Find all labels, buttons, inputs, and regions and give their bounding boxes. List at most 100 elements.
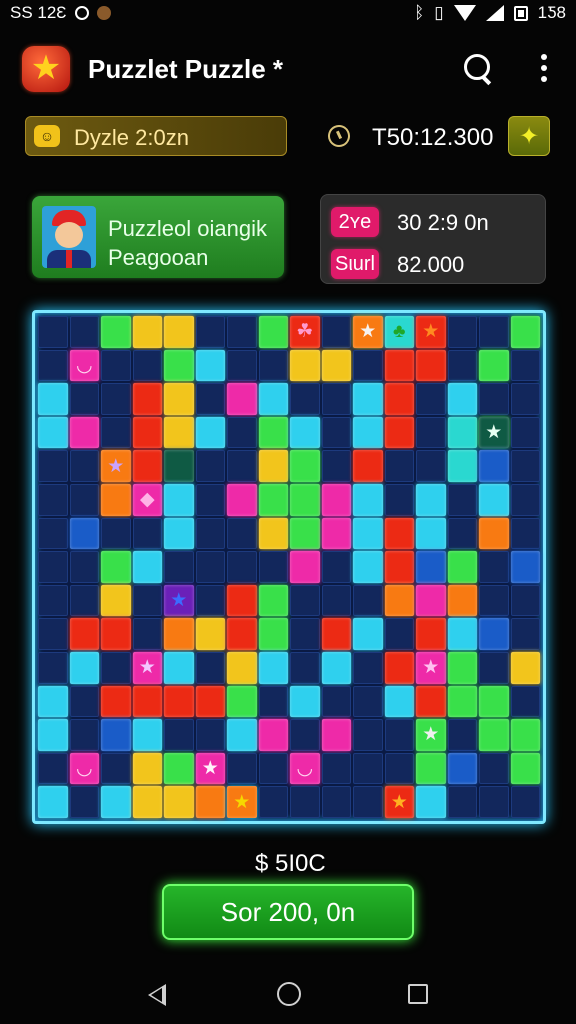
board-cell[interactable]	[38, 484, 68, 516]
board-cell[interactable]	[195, 416, 225, 449]
board-cell[interactable]: ★	[479, 416, 509, 449]
board-cell[interactable]	[132, 349, 162, 382]
board-cell[interactable]	[38, 551, 68, 583]
board-cell[interactable]	[195, 517, 225, 550]
board-cell[interactable]	[447, 316, 477, 348]
board-cell[interactable]	[384, 752, 414, 785]
board-cell[interactable]: ★	[416, 719, 446, 751]
board-cell[interactable]	[290, 484, 320, 516]
board-cell[interactable]	[227, 719, 257, 751]
board-cell[interactable]	[290, 383, 320, 415]
player-card[interactable]: Puzzleol oiangik Peagooan	[32, 196, 284, 278]
board-cell[interactable]	[258, 752, 288, 785]
board-cell[interactable]	[227, 618, 257, 650]
board-cell[interactable]	[290, 685, 320, 718]
board-cell[interactable]	[510, 416, 540, 449]
board-cell[interactable]	[38, 383, 68, 415]
board-cell[interactable]	[353, 517, 383, 550]
board-cell[interactable]	[290, 652, 320, 684]
board-cell[interactable]	[479, 383, 509, 415]
board-cell[interactable]	[101, 752, 131, 785]
board-cell[interactable]	[447, 719, 477, 751]
board-cell[interactable]	[38, 685, 68, 718]
board-cell[interactable]	[321, 383, 351, 415]
board-cell[interactable]	[384, 652, 414, 684]
board-cell[interactable]	[353, 719, 383, 751]
board-cell[interactable]	[510, 719, 540, 751]
board-cell[interactable]	[290, 416, 320, 449]
board-cell[interactable]	[38, 316, 68, 348]
board-cell[interactable]	[164, 752, 194, 785]
board-cell[interactable]	[447, 618, 477, 650]
board-cell[interactable]	[510, 652, 540, 684]
board-cell[interactable]	[227, 383, 257, 415]
board-cell[interactable]: ★	[195, 752, 225, 785]
board-cell[interactable]	[258, 484, 288, 516]
board-cell[interactable]	[321, 719, 351, 751]
board-cell[interactable]	[195, 584, 225, 617]
board-cell[interactable]	[510, 786, 540, 818]
board-cell[interactable]	[384, 551, 414, 583]
board-cell[interactable]	[384, 484, 414, 516]
board-cell[interactable]: ★	[101, 450, 131, 482]
board-cell[interactable]	[258, 450, 288, 482]
board-cell[interactable]: ◡	[290, 752, 320, 785]
board-cell[interactable]	[132, 618, 162, 650]
board-cell[interactable]	[69, 618, 99, 650]
board-cell[interactable]	[447, 484, 477, 516]
board-cell[interactable]	[321, 416, 351, 449]
board-cell[interactable]	[227, 349, 257, 382]
board-cell[interactable]	[195, 786, 225, 818]
board-cell[interactable]	[227, 752, 257, 785]
board-cell[interactable]	[510, 316, 540, 348]
board-cell[interactable]	[164, 719, 194, 751]
board-cell[interactable]	[101, 416, 131, 449]
board-cell[interactable]: ★	[353, 316, 383, 348]
board-cell[interactable]	[195, 652, 225, 684]
board-cell[interactable]	[447, 517, 477, 550]
board-cell[interactable]	[69, 786, 99, 818]
board-cell[interactable]	[353, 383, 383, 415]
board-cell[interactable]	[384, 719, 414, 751]
board-cell[interactable]	[227, 316, 257, 348]
board-cell[interactable]	[416, 685, 446, 718]
board-cell[interactable]	[38, 584, 68, 617]
board-cell[interactable]	[479, 618, 509, 650]
board-cell[interactable]	[479, 786, 509, 818]
board-cell[interactable]	[416, 618, 446, 650]
board-cell[interactable]	[101, 316, 131, 348]
board-cell[interactable]	[195, 484, 225, 516]
board-cell[interactable]: ◆	[132, 484, 162, 516]
board-cell[interactable]	[447, 450, 477, 482]
board-cell[interactable]	[227, 517, 257, 550]
board-cell[interactable]	[101, 349, 131, 382]
board-cell[interactable]	[164, 786, 194, 818]
recents-icon[interactable]	[408, 984, 428, 1004]
play-button[interactable]: Sor 200, 0n	[162, 884, 414, 940]
board-cell[interactable]	[321, 584, 351, 617]
board-cell[interactable]	[321, 786, 351, 818]
board-cell[interactable]	[290, 551, 320, 583]
board-cell[interactable]	[227, 450, 257, 482]
board-cell[interactable]	[290, 349, 320, 382]
board-cell[interactable]	[164, 416, 194, 449]
board-cell[interactable]	[479, 349, 509, 382]
board-cell[interactable]	[479, 584, 509, 617]
board-cell[interactable]: ◡	[69, 349, 99, 382]
board-cell[interactable]	[38, 719, 68, 751]
board-cell[interactable]	[353, 685, 383, 718]
board-cell[interactable]	[353, 416, 383, 449]
board-cell[interactable]	[132, 383, 162, 415]
board-cell[interactable]	[38, 450, 68, 482]
board-cell[interactable]	[164, 685, 194, 718]
board-cell[interactable]	[101, 786, 131, 818]
overflow-menu-button[interactable]	[536, 52, 552, 84]
board-cell[interactable]	[479, 484, 509, 516]
board-cell[interactable]	[69, 551, 99, 583]
board-cell[interactable]	[132, 719, 162, 751]
board-cell[interactable]	[321, 618, 351, 650]
board-cell[interactable]	[258, 316, 288, 348]
board-cell[interactable]: ★	[416, 316, 446, 348]
board-cell[interactable]	[416, 584, 446, 617]
board-cell[interactable]	[69, 484, 99, 516]
